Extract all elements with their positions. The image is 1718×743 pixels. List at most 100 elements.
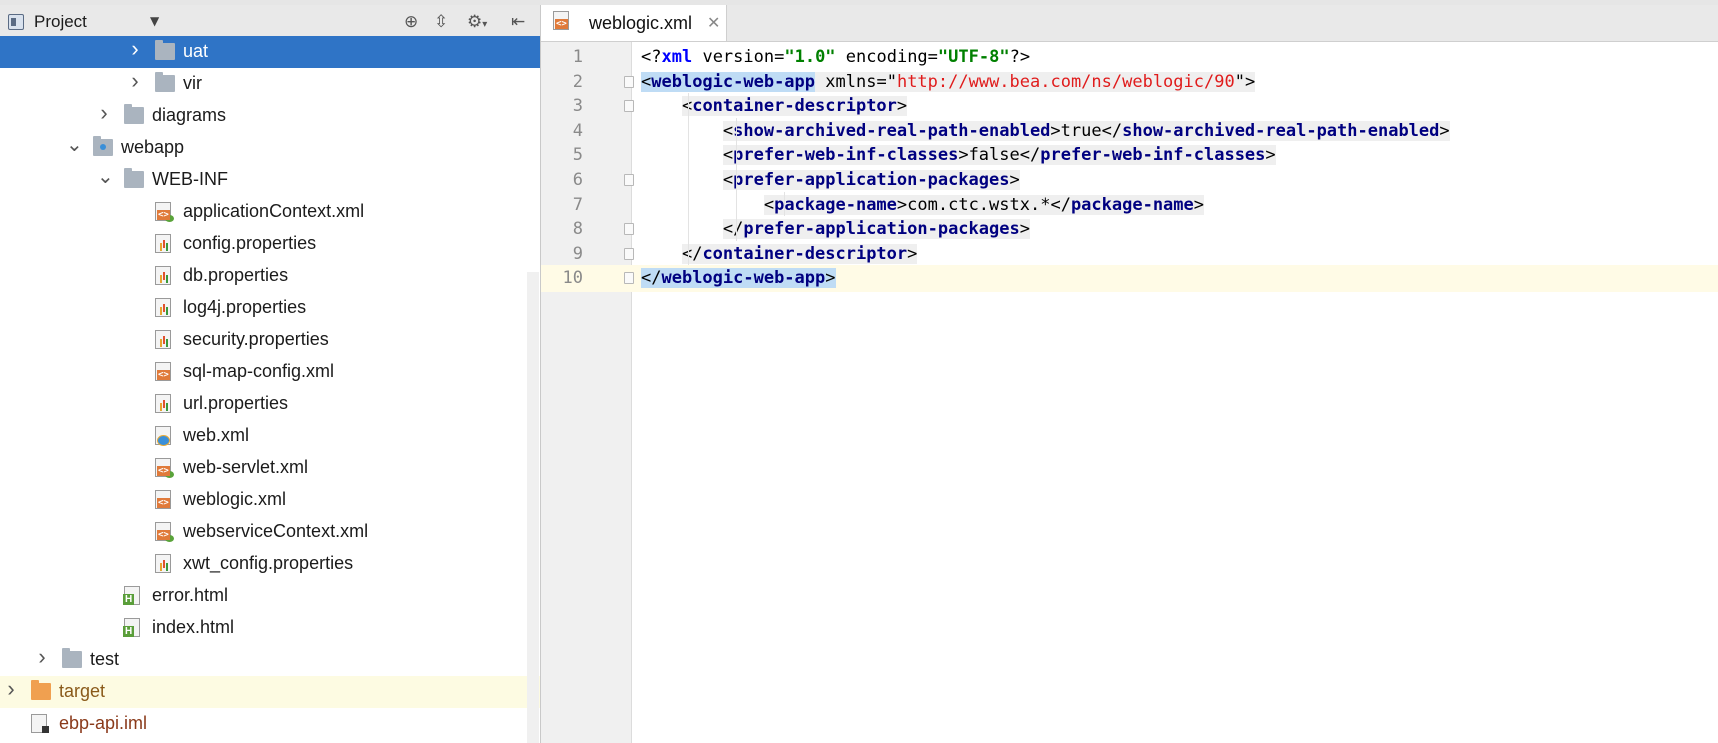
chevron-down-icon[interactable]: ▼ — [150, 14, 159, 28]
properties-file-icon — [155, 234, 171, 253]
tree-item-vir[interactable]: › vir — [0, 68, 540, 100]
tree-item-label: security.properties — [183, 329, 329, 349]
tree-item-sql-map-config-xml[interactable]: sql-map-config.xml — [0, 356, 540, 388]
fold-marker-icon[interactable] — [624, 247, 634, 260]
chevron-right-icon[interactable]: › — [35, 644, 49, 670]
folder-icon — [124, 104, 144, 124]
spring-xml-file-icon — [155, 522, 174, 542]
locate-icon[interactable]: ⊕ — [404, 12, 418, 32]
code-line[interactable]: 4 <show-archived-real-path-enabled>true<… — [541, 118, 1718, 145]
code-text: <prefer-application-packages> — [722, 170, 1020, 190]
properties-file-icon — [155, 298, 171, 317]
chevron-right-icon[interactable]: › — [128, 68, 142, 94]
chevron-down-icon[interactable]: ⌄ — [97, 164, 114, 189]
folder-icon — [31, 680, 51, 700]
tree-item-config-properties[interactable]: config.properties — [0, 228, 540, 260]
tree-item-label: webserviceContext.xml — [183, 521, 369, 541]
line-number: 7 — [572, 194, 583, 215]
tree-item-label: url.properties — [183, 393, 289, 413]
tree-item-security-properties[interactable]: security.properties — [0, 324, 540, 356]
tree-item-label: webapp — [121, 137, 185, 157]
tree-item-webservicecontext-xml[interactable]: webserviceContext.xml — [0, 516, 540, 548]
tree-item-label: weblogic.xml — [183, 489, 287, 509]
fold-marker-icon[interactable] — [624, 223, 634, 236]
code-line[interactable]: 1 <?xml version="1.0" encoding="UTF-8"?> — [541, 44, 1718, 71]
xml-file-icon — [553, 11, 569, 30]
tab-weblogic-xml[interactable]: weblogic.xml ✕ — [541, 5, 727, 41]
properties-file-icon — [155, 394, 171, 413]
line-number: 9 — [572, 243, 583, 264]
fold-marker-icon[interactable] — [624, 174, 634, 186]
tree-item-label: vir — [183, 73, 202, 93]
tree-item-test[interactable]: › test — [0, 644, 540, 676]
editor-tab-bar: weblogic.xml ✕ — [541, 5, 1718, 42]
code-text: </container-descriptor> — [681, 243, 918, 264]
xml-file-icon — [155, 490, 171, 509]
fold-marker-icon[interactable] — [624, 75, 634, 88]
code-line[interactable]: 3 <container-descriptor> — [541, 93, 1718, 120]
code-text: </prefer-application-packages> — [722, 219, 1030, 240]
tree-item-label: config.properties — [183, 233, 317, 253]
line-number: 2 — [572, 71, 583, 92]
tree-item-webapp[interactable]: ⌄ webapp — [0, 132, 540, 164]
tree-item-ebp-api-iml[interactable]: ebp-api.iml — [0, 708, 540, 740]
project-panel-title[interactable]: Project — [34, 12, 87, 32]
line-number: 8 — [572, 219, 583, 240]
code-line[interactable]: 2 <weblogic-web-app xmlns="http://www.bea… — [541, 69, 1718, 96]
tree-item-log4j-properties[interactable]: log4j.properties — [0, 292, 540, 324]
fold-marker-icon[interactable] — [624, 100, 634, 113]
chevron-right-icon[interactable]: › — [128, 36, 142, 62]
line-number: 4 — [572, 120, 583, 141]
tree-item-uat[interactable]: › uat — [0, 36, 540, 68]
tree-item-web-servlet-xml[interactable]: web-servlet.xml — [0, 452, 540, 484]
tree-item-url-properties[interactable]: url.properties — [0, 388, 540, 420]
tree-item-weblogic-xml[interactable]: weblogic.xml — [0, 484, 540, 516]
close-icon[interactable]: ✕ — [707, 13, 720, 32]
indent-guide — [784, 191, 785, 217]
tree-item-db-properties[interactable]: db.properties — [0, 260, 540, 292]
tree-item-applicationcontext-xml[interactable]: applicationContext.xml — [0, 196, 540, 228]
tree-item-label: web.xml — [183, 425, 250, 445]
line-number: 5 — [572, 145, 583, 166]
tree-item-label: index.html — [152, 617, 235, 637]
gear-icon[interactable]: ⚙▾ — [467, 12, 487, 32]
project-scrollbar[interactable] — [527, 272, 539, 743]
tree-item-label: ebp-api.iml — [59, 713, 148, 733]
code-line[interactable]: 6 <prefer-application-packages> — [541, 167, 1718, 194]
tree-item-label: sql-map-config.xml — [183, 361, 335, 381]
tree-item-label: applicationContext.xml — [183, 201, 365, 221]
properties-file-icon — [155, 554, 171, 573]
chevron-right-icon[interactable]: › — [97, 100, 111, 126]
tree-item-label: xwt_config.properties — [183, 553, 354, 573]
code-line[interactable]: 7 <package-name>com.ctc.wstx.*</package-… — [541, 192, 1718, 219]
tree-item-target[interactable]: › target — [0, 676, 540, 708]
tree-item-error-html[interactable]: error.html — [0, 580, 540, 612]
hide-panel-icon[interactable]: ⇤ — [511, 12, 525, 32]
line-number: 6 — [572, 170, 583, 190]
xml-file-icon — [155, 362, 171, 381]
chevron-down-icon[interactable]: ⌄ — [66, 132, 83, 157]
web-xml-file-icon — [155, 426, 171, 446]
tree-item-label: uat — [183, 41, 209, 61]
fold-marker-icon[interactable] — [624, 272, 634, 285]
editor-panel: weblogic.xml ✕ 1 <?xml version="1.0" enco… — [541, 5, 1718, 743]
tab-label: weblogic.xml — [589, 13, 693, 33]
code-line[interactable]: 10 </weblogic-web-app> — [541, 265, 1718, 293]
tree-item-index-html[interactable]: index.html — [0, 612, 540, 644]
chevron-right-icon[interactable]: › — [4, 676, 18, 702]
spring-xml-file-icon — [155, 458, 174, 478]
tree-item-diagrams[interactable]: › diagrams — [0, 100, 540, 132]
code-line[interactable]: 8 </prefer-application-packages> — [541, 216, 1718, 243]
html-file-icon — [123, 618, 140, 637]
code-line[interactable]: 9 </container-descriptor> — [541, 241, 1718, 268]
tree-item-web-inf[interactable]: ⌄ WEB-INF — [0, 164, 540, 196]
tree-item-label: WEB-INF — [152, 169, 228, 189]
tree-item-label: log4j.properties — [183, 297, 307, 317]
tree-item-web-xml[interactable]: web.xml — [0, 420, 540, 452]
collapse-all-icon[interactable]: ⇳ — [434, 12, 448, 32]
tree-item-xwt-config-properties[interactable]: xwt_config.properties — [0, 548, 540, 580]
code-text: </weblogic-web-app> — [641, 268, 836, 289]
indent-guide — [736, 117, 737, 241]
code-line[interactable]: 5 <prefer-web-inf-classes>false</prefer-… — [541, 142, 1718, 169]
spring-xml-file-icon — [155, 202, 174, 222]
